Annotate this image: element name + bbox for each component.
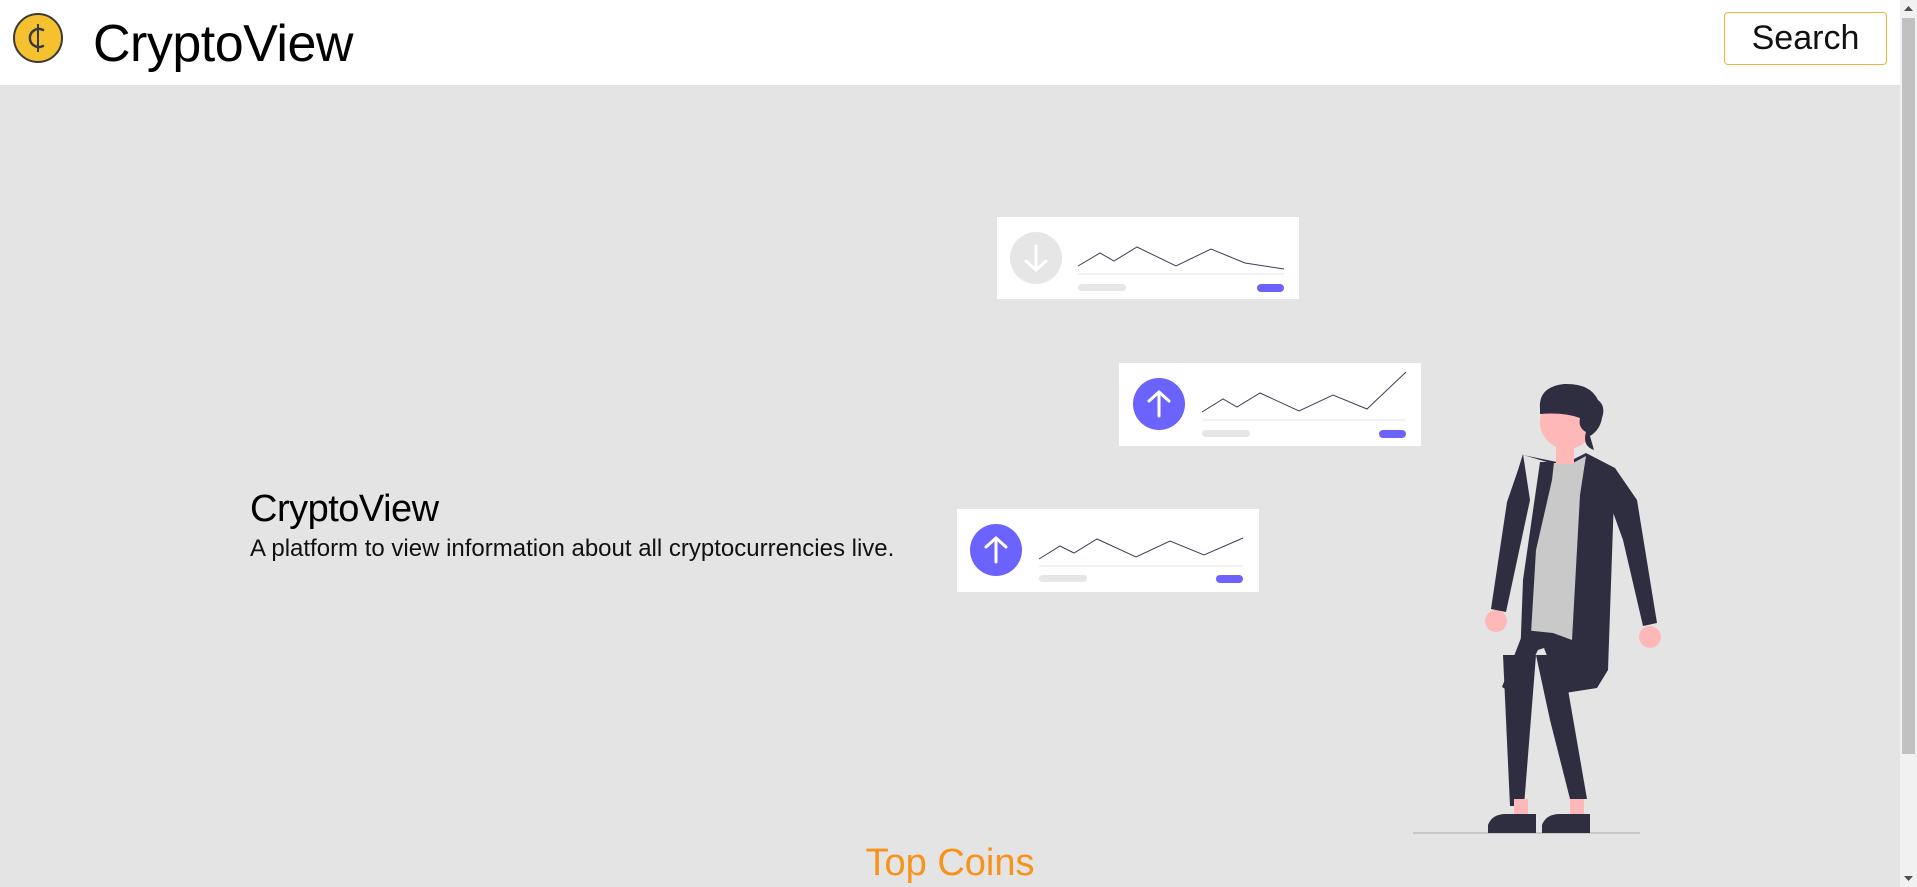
brand-title[interactable]: CryptoView [93,14,353,74]
scrollbar-thumb[interactable] [1902,18,1915,754]
scroll-up-arrow-icon[interactable] [1900,0,1917,17]
person-figure [1413,383,1661,834]
search-button[interactable]: Search [1724,12,1887,65]
chart-card-down [997,217,1299,299]
hero-title: CryptoView [250,488,439,530]
scroll-down-arrow-icon[interactable] [1900,870,1917,887]
chart-card-up [957,509,1259,592]
vertical-scrollbar[interactable] [1900,0,1917,887]
navbar: CryptoView Search [0,0,1900,85]
top-coins-title: Top Coins [865,842,1035,884]
person-with-charts-illustration [957,217,1661,834]
coin-icon[interactable] [12,12,64,64]
chart-card-up [1119,363,1421,446]
hero-subtitle: A platform to view information about all… [250,535,895,562]
